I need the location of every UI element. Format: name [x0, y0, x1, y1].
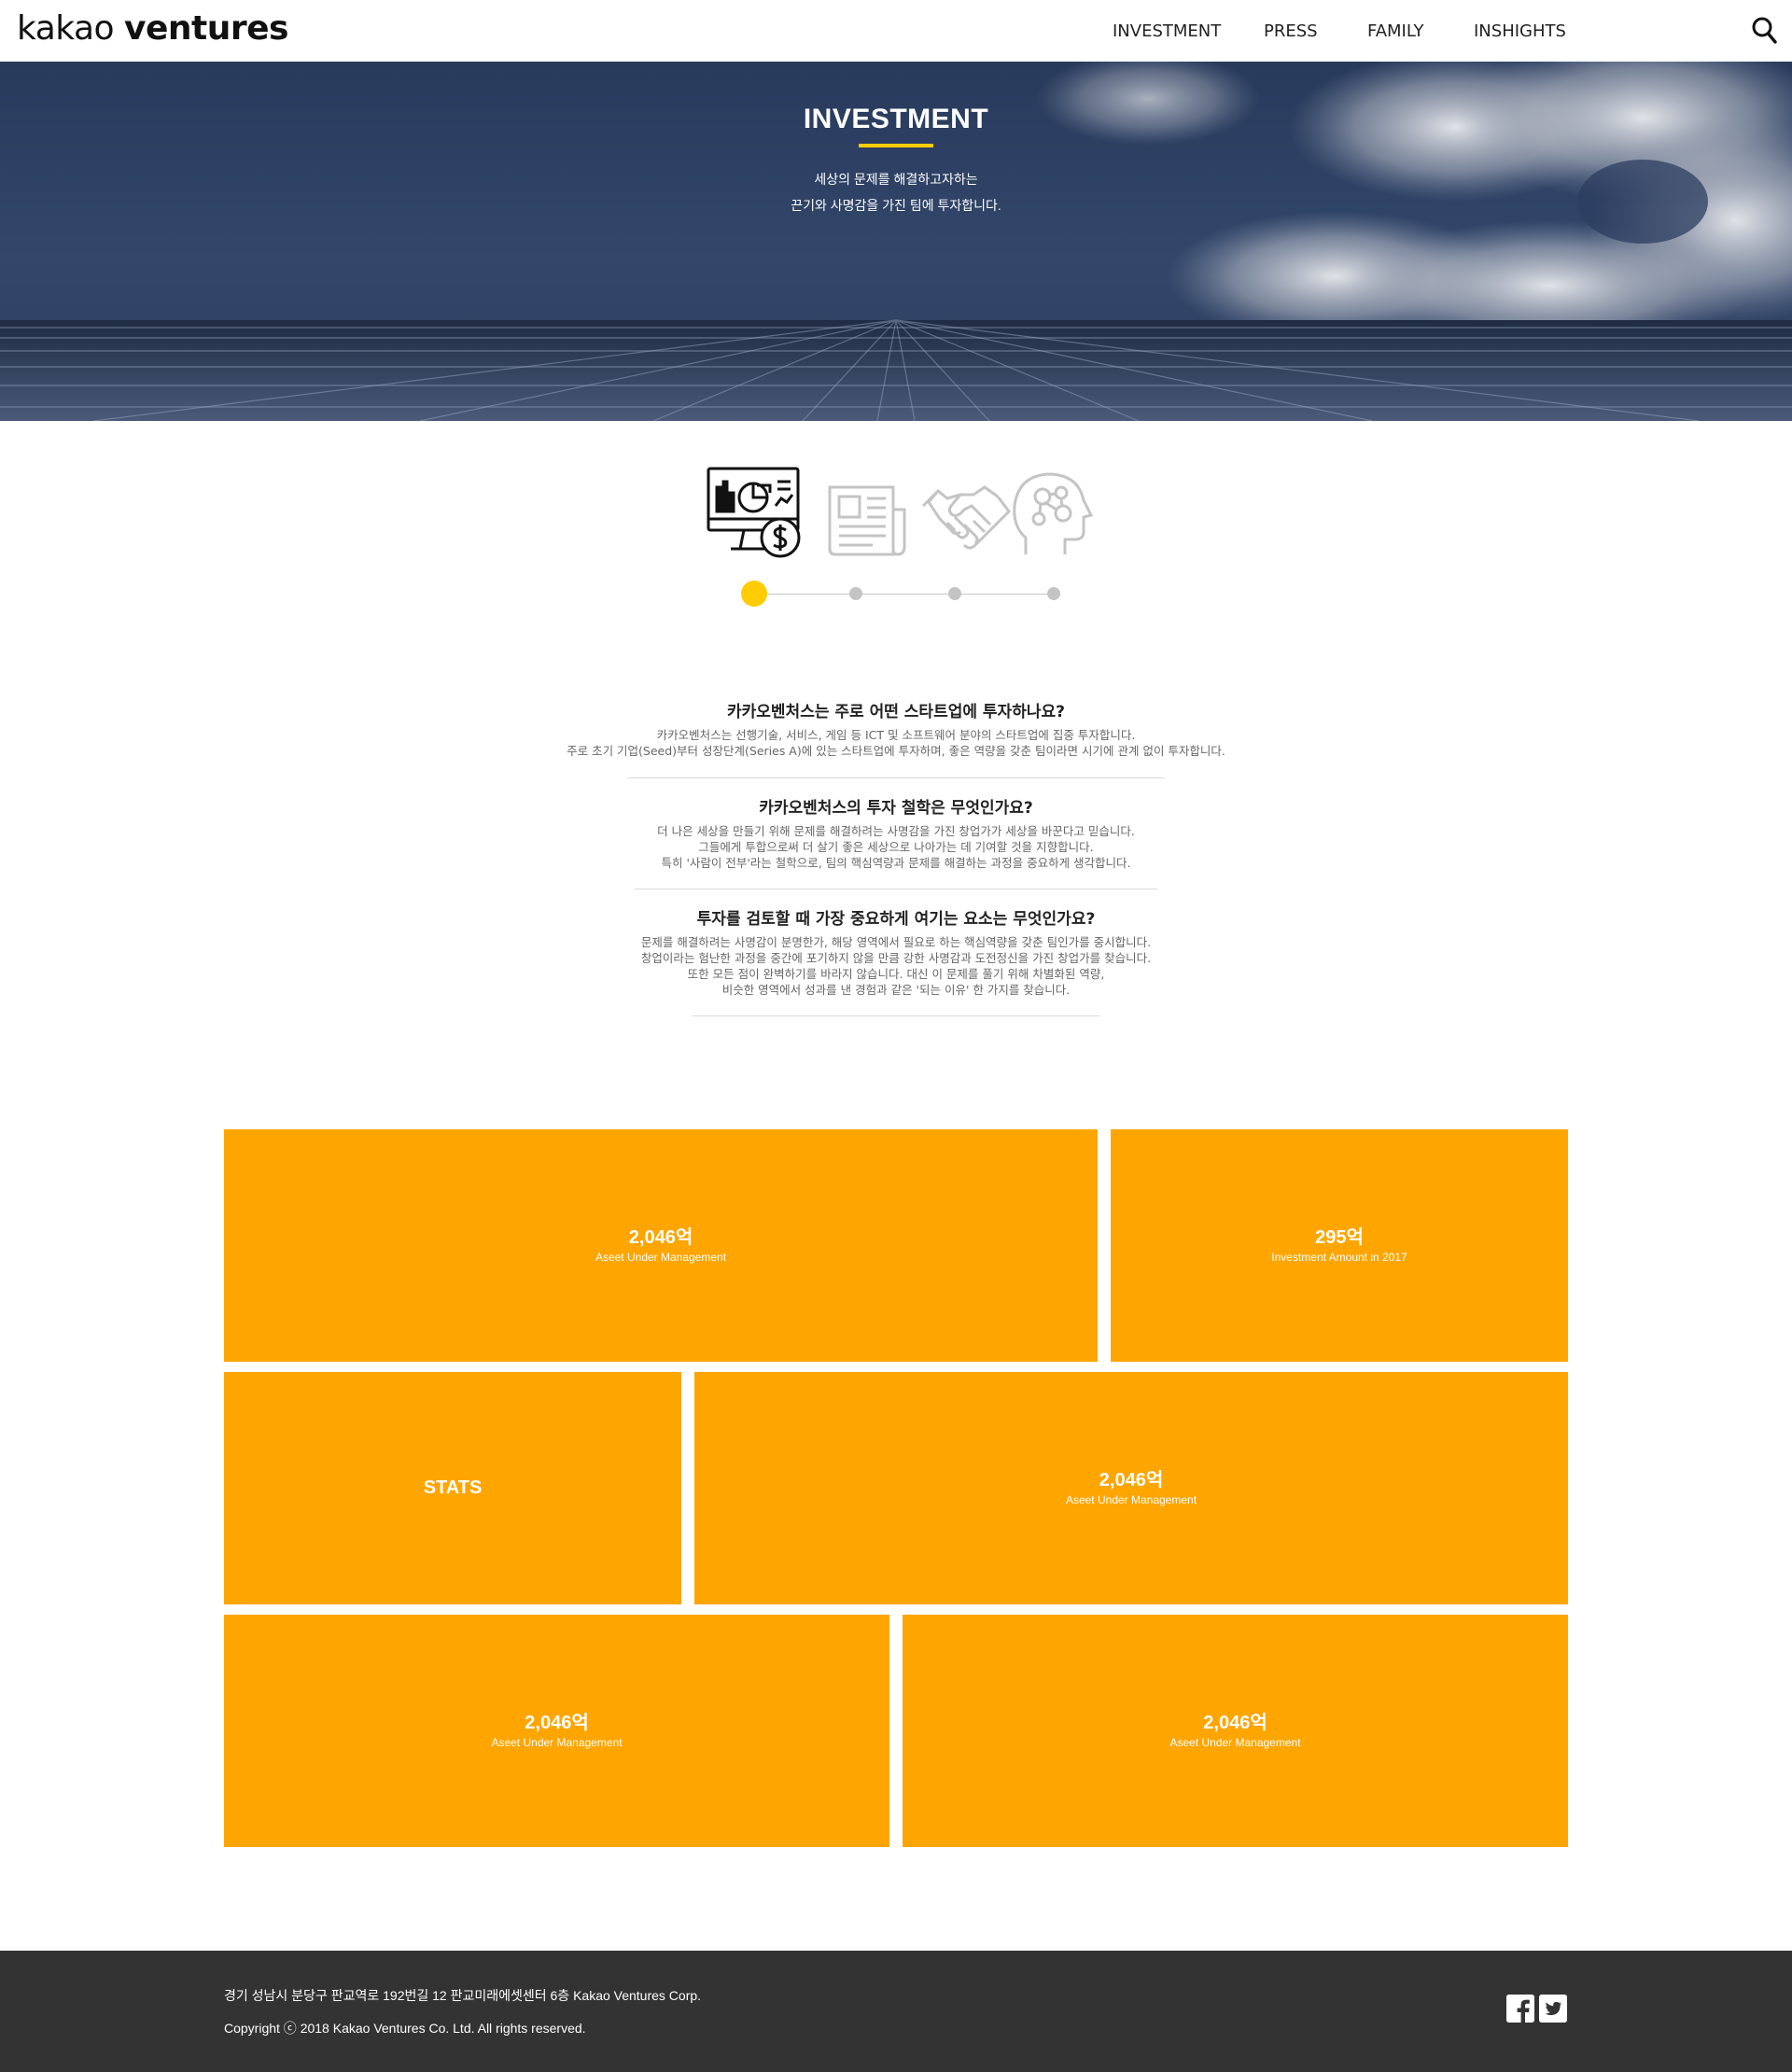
nav-insights[interactable]: INSHIGHTS [1474, 21, 1566, 41]
stat-tile-aum[interactable]: 2,046억 Aseet Under Management [224, 1129, 1098, 1362]
step-3[interactable] [919, 465, 1018, 564]
step-1[interactable] [705, 465, 804, 564]
handshake-icon [921, 485, 1011, 550]
faq-answer-line: 주로 초기 기업(Seed)부터 성장단계(Series A)에 있는 스타트업… [567, 744, 1225, 758]
search-icon [1752, 17, 1777, 44]
stat-tile-investment-2017[interactable]: 295억 Investment Amount in 2017 [1111, 1129, 1568, 1362]
hero-subtitle-line2: 끈기와 사명감을 가진 팀에 투자합니다. [791, 198, 1001, 213]
faq-item: 카카오벤처스는 주로 어떤 스타트업에 투자하나요? 카카오벤처스는 선행기술,… [0, 698, 1792, 759]
monitor-chart-dollar-icon [707, 467, 801, 558]
investment-steps [0, 421, 1792, 645]
faq-answer-line: 창업이라는 험난한 과정을 중간에 포기하지 않을 만큼 강한 사명감과 도전정… [640, 951, 1152, 965]
faq-answer-line: 그들에게 투합으로써 더 살기 좋은 세상으로 나아가는 데 기여할 것을 지향… [698, 840, 1094, 854]
main-nav: INVESTMENT PRESS FAMILY INSHIGHTS [0, 21, 1792, 44]
stat-value: 2,046억 [1099, 1469, 1164, 1491]
site-header: kakao ventures INVESTMENT PRESS FAMILY I… [0, 0, 1792, 62]
stat-value: 2,046억 [525, 1712, 589, 1733]
faq-answer-line: 또한 모든 점이 완벽하기를 바라지 않습니다. 대신 이 문제를 풀기 위해 … [687, 967, 1105, 981]
search-button[interactable] [1751, 16, 1779, 46]
facebook-link[interactable] [1506, 1995, 1534, 2023]
faq-answer-line: 특히 '사람이 전부'라는 철학으로, 팀의 핵심역량과 문제를 해결하는 과정… [661, 856, 1131, 870]
faq-question: 투자를 검토할 때 가장 중요하게 여기는 요소는 무엇인가요? [696, 910, 1096, 929]
footer-copyright: Copyright ⓒ 2018 Kakao Ventures Co. Ltd.… [224, 2021, 586, 2036]
step-dot-4[interactable] [1047, 587, 1060, 600]
stat-label: Investment Amount in 2017 [1271, 1250, 1407, 1264]
faq-answer-line: 비슷한 영역에서 성과를 낸 경험과 같은 '되는 이유' 한 가지를 찾습니다… [721, 983, 1071, 997]
step-dot-2[interactable] [849, 587, 862, 600]
twitter-link[interactable] [1539, 1995, 1567, 2023]
stat-label: Aseet Under Management [1169, 1735, 1301, 1749]
stats-title: STATS [423, 1477, 483, 1498]
faq-answer-line: 카카오벤처스는 선행기술, 서비스, 게임 등 ICT 및 소프트웨어 분야의 … [656, 728, 1136, 742]
stat-value: 2,046억 [1203, 1712, 1267, 1733]
hero-title-underline [859, 144, 933, 147]
stat-tile-aum-3[interactable]: 2,046억 Aseet Under Management [224, 1615, 889, 1847]
twitter-icon [1539, 1995, 1567, 2023]
footer-address: 경기 성남시 분당구 판교역로 192번길 12 판교미래에셋센터 6층 Kak… [224, 1988, 702, 2003]
steps-track-line [754, 594, 1054, 595]
faq-question: 카카오벤처스는 주로 어떤 스타트업에 투자하나요? [727, 703, 1065, 721]
stat-label: Aseet Under Management [595, 1250, 727, 1264]
faq-divider [693, 1015, 1099, 1016]
stat-tile-aum-4[interactable]: 2,046억 Aseet Under Management [903, 1615, 1568, 1847]
faq-item: 카카오벤처스의 투자 철학은 무엇인가요? 더 나은 세상을 만들기 위해 문제… [0, 794, 1792, 871]
faq-divider [627, 777, 1165, 778]
stat-tile-stats-title[interactable]: STATS [224, 1372, 681, 1604]
nav-family[interactable]: FAMILY [1367, 21, 1424, 41]
faq-answer-line: 더 나은 세상을 만들기 위해 문제를 해결하려는 사명감을 가진 창업가가 세… [657, 824, 1135, 838]
stat-label: Aseet Under Management [491, 1735, 623, 1749]
facebook-icon [1506, 1995, 1534, 2023]
head-network-icon [1013, 472, 1094, 554]
stat-value: 2,046억 [628, 1226, 693, 1248]
document-icon [828, 485, 906, 556]
nav-investment[interactable]: INVESTMENT [1113, 21, 1221, 41]
faq-answer-line: 문제를 해결하려는 사명감이 분명한가, 해당 영역에서 필요로 하는 핵심역량… [640, 935, 1152, 949]
step-4[interactable] [1005, 465, 1104, 564]
step-2[interactable] [826, 465, 925, 564]
faq-question: 카카오벤처스의 투자 철학은 무엇인가요? [759, 799, 1033, 818]
faq-item: 투자를 검토할 때 가장 중요하게 여기는 요소는 무엇인가요? 문제를 해결하… [0, 905, 1792, 998]
step-dot-3[interactable] [948, 587, 961, 600]
step-dot-1-active[interactable] [741, 581, 767, 607]
stat-label: Aseet Under Management [1065, 1492, 1197, 1506]
stat-value: 295억 [1315, 1226, 1364, 1248]
hero-subtitle-line1: 세상의 문제를 해결하고자하는 [814, 172, 978, 187]
nav-press[interactable]: PRESS [1264, 21, 1318, 41]
site-footer: 경기 성남시 분당구 판교역로 192번길 12 판교미래에셋센터 6층 Kak… [0, 1951, 1792, 2072]
hero-title: INVESTMENT [803, 104, 989, 134]
hero-banner: INVESTMENT 세상의 문제를 해결하고자하는 끈기와 사명감을 가진 팀… [0, 62, 1792, 421]
stat-tile-aum-2[interactable]: 2,046억 Aseet Under Management [694, 1372, 1568, 1604]
